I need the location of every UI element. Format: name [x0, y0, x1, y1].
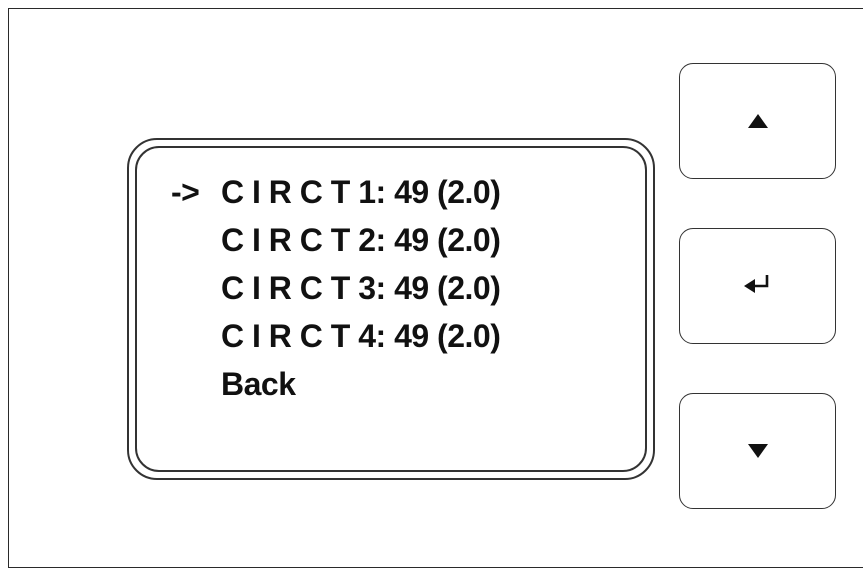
menu-item-label: C I R C T 3: 49 (2.0) — [221, 270, 501, 306]
triangle-up-icon — [747, 114, 768, 128]
down-button[interactable] — [679, 393, 836, 509]
menu-item-label: C I R C T 2: 49 (2.0) — [221, 222, 501, 258]
triangle-down-icon — [747, 444, 768, 458]
up-button[interactable] — [679, 63, 836, 179]
selection-cursor: -> — [171, 174, 200, 210]
enter-button[interactable] — [679, 228, 836, 344]
menu-item-label: C I R C T 1: 49 (2.0) — [221, 174, 501, 210]
enter-return-icon — [742, 272, 774, 301]
menu-item-label: C I R C T 4: 49 (2.0) — [221, 318, 501, 354]
menu-item-label: Back — [221, 366, 296, 402]
